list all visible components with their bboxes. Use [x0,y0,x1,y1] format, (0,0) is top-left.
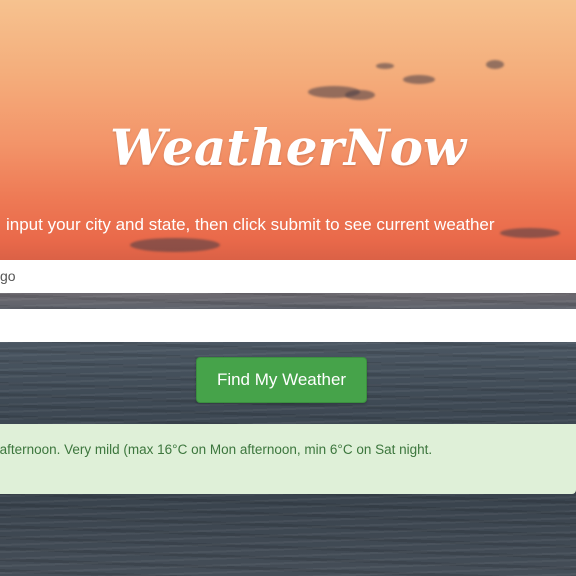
app-title: WeatherNow [110,118,466,177]
city-input[interactable] [0,260,576,293]
weather-result-alert: Light rain (total 3mm), mostly falling o… [0,424,576,494]
city-input-value: go [0,268,16,284]
weather-result-text: Light rain (total 3mm), mostly falling o… [0,442,433,457]
state-input[interactable] [0,309,576,342]
cloud [486,60,504,69]
cloud [345,90,375,100]
cloud [130,238,220,252]
cloud [403,75,435,84]
cloud [376,63,394,69]
instructions-text: input your city and state, then click su… [6,215,495,234]
find-weather-button[interactable]: Find My Weather [196,357,367,403]
